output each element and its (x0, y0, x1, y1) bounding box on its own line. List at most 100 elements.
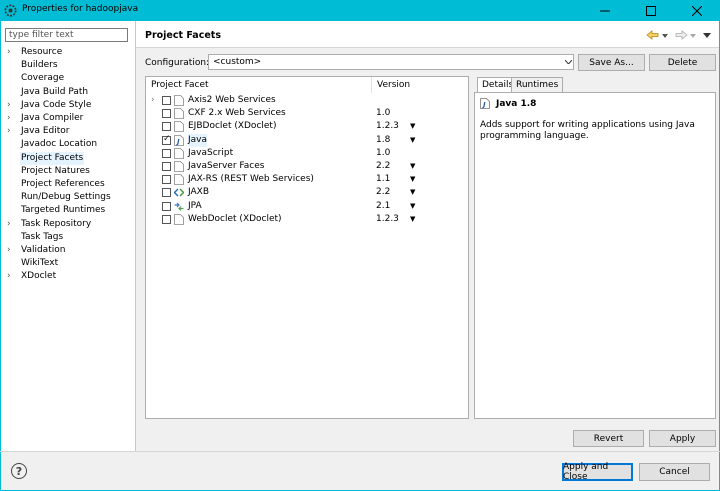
facet-row[interactable]: WebDoclet (XDoclet) 1.2.3 ▼ (146, 213, 468, 226)
nav-item[interactable]: Builders (7, 59, 132, 72)
nav-item[interactable]: Coverage (7, 72, 132, 85)
cancel-button[interactable]: Cancel (639, 463, 710, 481)
nav-item-label: XDoclet (21, 271, 57, 282)
facet-checkbox[interactable] (162, 122, 171, 132)
eclipse-gear-icon (4, 4, 17, 17)
apply-and-close-button[interactable]: Apply and Close (562, 462, 633, 482)
bottom-separator (0, 451, 720, 452)
maximize-icon (646, 5, 656, 16)
facet-row[interactable]: › Axis2 Web Services (146, 94, 468, 107)
revert-button[interactable]: Revert (573, 430, 644, 447)
chevron-right-icon[interactable]: › (7, 244, 17, 257)
facet-row[interactable]: JavaServer Faces 2.2 ▼ (146, 160, 468, 173)
facet-name: Java (188, 133, 208, 147)
facet-row[interactable]: JavaScript 1.0 (146, 147, 468, 160)
chevron-down-icon (564, 60, 572, 64)
version-column-header[interactable]: Version (377, 80, 410, 90)
nav-item[interactable]: › Java Code Style (7, 99, 132, 112)
configuration-select[interactable]: <custom> (208, 54, 574, 70)
chevron-right-icon[interactable]: › (7, 46, 17, 59)
facet-row[interactable]: JAX-RS (REST Web Services) 1.1 ▼ (146, 173, 468, 186)
facet-version[interactable]: 1.8 (376, 134, 390, 147)
nav-item[interactable]: › Resource (7, 46, 132, 59)
nav-item[interactable]: › Java Compiler (7, 112, 132, 125)
nav-item[interactable]: Project Natures (7, 165, 132, 178)
facet-version[interactable]: 2.2 (376, 160, 390, 173)
configuration-value: <custom> (213, 57, 262, 67)
facet-checkbox[interactable] (162, 162, 171, 171)
chevron-right-icon[interactable]: › (7, 99, 17, 112)
nav-item-label: Task Repository (21, 218, 92, 229)
version-dropdown-icon[interactable]: ▼ (410, 173, 415, 186)
column-divider[interactable] (371, 77, 372, 93)
facet-checkbox[interactable] (162, 201, 171, 211)
facet-row[interactable]: CXF 2.x Web Services 1.0 (146, 107, 468, 120)
chevron-right-icon[interactable]: › (7, 112, 17, 125)
back-menu-chevron-icon[interactable] (662, 34, 668, 38)
nav-item[interactable]: Run/Debug Settings (7, 191, 132, 204)
nav-item-label: Project Facets (20, 151, 85, 165)
facet-checkbox[interactable] (162, 175, 171, 185)
facet-checkbox[interactable] (162, 109, 171, 119)
version-dropdown-icon[interactable]: ▼ (410, 213, 415, 226)
version-dropdown-icon[interactable]: ▼ (410, 200, 415, 213)
chevron-right-icon[interactable]: › (7, 218, 17, 231)
version-dropdown-icon[interactable]: ▼ (410, 186, 415, 199)
nav-item[interactable]: › Task Repository (7, 218, 132, 231)
facet-checkbox[interactable] (162, 188, 171, 198)
chevron-right-icon[interactable]: › (7, 125, 17, 138)
save-as-button[interactable]: Save As... (578, 54, 645, 71)
page-title: Project Facets (145, 30, 221, 41)
facet-version[interactable]: 2.2 (376, 186, 390, 199)
apply-button[interactable]: Apply (649, 430, 716, 447)
version-dropdown-icon[interactable]: ▼ (410, 134, 415, 147)
facet-row[interactable]: EJBDoclet (XDoclet) 1.2.3 ▼ (146, 120, 468, 133)
facet-version[interactable]: 2.1 (376, 200, 390, 213)
facet-row[interactable]: JAXB 2.2 ▼ (146, 186, 468, 199)
nav-item[interactable]: Javadoc Location (7, 138, 132, 151)
nav-item[interactable]: › Java Editor (7, 125, 132, 138)
version-dropdown-icon[interactable]: ▼ (410, 160, 415, 173)
facet-checkbox[interactable] (162, 214, 171, 224)
facet-checkbox[interactable] (162, 134, 171, 145)
facet-version[interactable]: 1.0 (376, 147, 390, 160)
facet-name: JavaScript (188, 147, 234, 158)
view-menu-icon[interactable] (703, 33, 711, 38)
close-button[interactable] (674, 0, 720, 21)
configuration-dropdown-arrow[interactable] (562, 54, 574, 70)
forward-arrow-icon[interactable] (674, 30, 688, 40)
facet-name: JAXB (188, 187, 209, 198)
facet-version[interactable]: 1.1 (376, 173, 390, 186)
version-dropdown-icon[interactable]: ▼ (410, 120, 415, 133)
minimize-button[interactable] (582, 0, 628, 21)
nav-item[interactable]: WikiText (7, 257, 132, 270)
filter-input[interactable] (5, 28, 128, 42)
facet-checkbox[interactable] (162, 148, 171, 158)
nav-item-label: Resource (21, 47, 63, 57)
facet-column-header[interactable]: Project Facet (151, 80, 209, 90)
nav-item[interactable]: Targeted Runtimes (7, 204, 132, 217)
chevron-right-icon[interactable]: › (151, 94, 155, 107)
facet-checkbox[interactable] (162, 96, 171, 105)
facet-version[interactable]: 1.2.3 (376, 120, 399, 133)
facet-version[interactable]: 1.0 (376, 107, 390, 120)
nav-item[interactable]: Project Facets (7, 151, 132, 165)
facet-version[interactable]: 1.2.3 (376, 213, 399, 226)
forward-menu-chevron-icon[interactable] (690, 34, 696, 38)
nav-item[interactable]: Java Build Path (7, 86, 132, 99)
nav-item[interactable]: › XDoclet (7, 270, 132, 283)
tab-runtimes[interactable]: Runtimes (511, 77, 564, 93)
nav-item[interactable]: › Validation (7, 244, 132, 257)
maximize-button[interactable] (628, 0, 674, 21)
back-arrow-icon[interactable] (646, 30, 660, 40)
facet-name: WebDoclet (XDoclet) (188, 213, 282, 224)
chevron-right-icon[interactable]: › (7, 270, 17, 283)
jpa-icon (174, 202, 184, 211)
help-icon[interactable]: ? (11, 463, 27, 479)
facet-row[interactable]: J Java 1.8 ▼ (146, 133, 468, 147)
nav-item[interactable]: Project References (7, 178, 132, 191)
delete-button[interactable]: Delete (649, 54, 716, 71)
nav-item[interactable]: Task Tags (7, 231, 132, 244)
page-icon (174, 121, 184, 133)
facet-row[interactable]: JPA 2.1 ▼ (146, 200, 468, 213)
